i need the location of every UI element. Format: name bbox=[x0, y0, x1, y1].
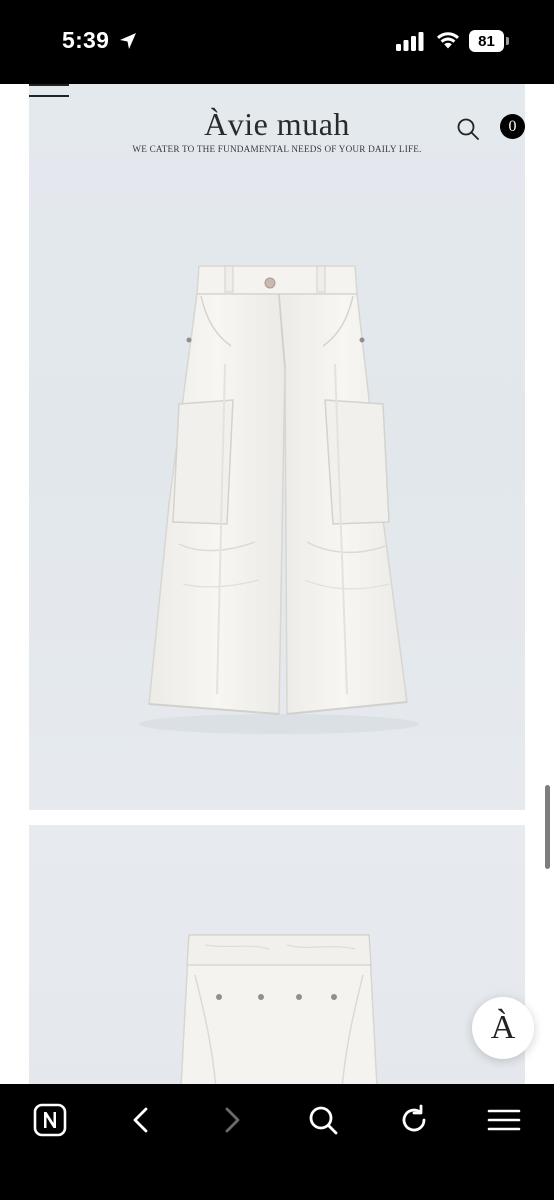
menu-icon bbox=[487, 1109, 521, 1131]
site-logo[interactable]: Àvie muah bbox=[100, 106, 454, 143]
cellular-signal-icon bbox=[396, 32, 424, 51]
reload-button[interactable] bbox=[396, 1102, 432, 1138]
search-icon[interactable] bbox=[456, 117, 480, 141]
status-bar: 5:39 81 bbox=[0, 0, 554, 84]
scroll-indicator[interactable] bbox=[545, 785, 550, 869]
back-button[interactable] bbox=[123, 1102, 159, 1138]
naver-app-icon bbox=[33, 1103, 67, 1137]
status-time: 5:39 bbox=[62, 27, 110, 53]
wifi-icon bbox=[437, 32, 459, 49]
menu-button[interactable] bbox=[486, 1102, 522, 1138]
forward-button[interactable] bbox=[214, 1102, 250, 1138]
product-image-front[interactable] bbox=[29, 84, 525, 810]
toolbar-search-button[interactable] bbox=[305, 1102, 341, 1138]
search-icon bbox=[309, 1106, 338, 1135]
naver-home-button[interactable] bbox=[32, 1102, 68, 1138]
battery-cap bbox=[506, 37, 509, 45]
browser-toolbar bbox=[0, 1084, 554, 1200]
phone-screen: 5:39 81 Àvie muah WE CATER TO THE FUNDAM… bbox=[0, 0, 554, 1200]
hamburger-menu-icon[interactable] bbox=[29, 84, 69, 98]
product-image-detail[interactable] bbox=[29, 825, 525, 1084]
site-tagline: WE CATER TO THE FUNDAMENTAL NEEDS OF YOU… bbox=[132, 144, 422, 154]
brand-floating-button[interactable]: À bbox=[472, 997, 534, 1059]
reload-icon bbox=[402, 1104, 426, 1132]
location-arrow-icon bbox=[120, 33, 136, 49]
battery-icon: 81 bbox=[469, 30, 509, 52]
back-icon bbox=[133, 1107, 148, 1133]
battery-level: 81 bbox=[469, 30, 504, 52]
cart-count-badge[interactable]: 0 bbox=[500, 114, 525, 139]
cargo-pants-detail-illustration bbox=[180, 934, 378, 1084]
forward-icon bbox=[225, 1107, 240, 1133]
web-page[interactable]: Àvie muah WE CATER TO THE FUNDAMENTAL NE… bbox=[0, 84, 554, 1084]
cargo-pants-illustration bbox=[139, 265, 419, 734]
